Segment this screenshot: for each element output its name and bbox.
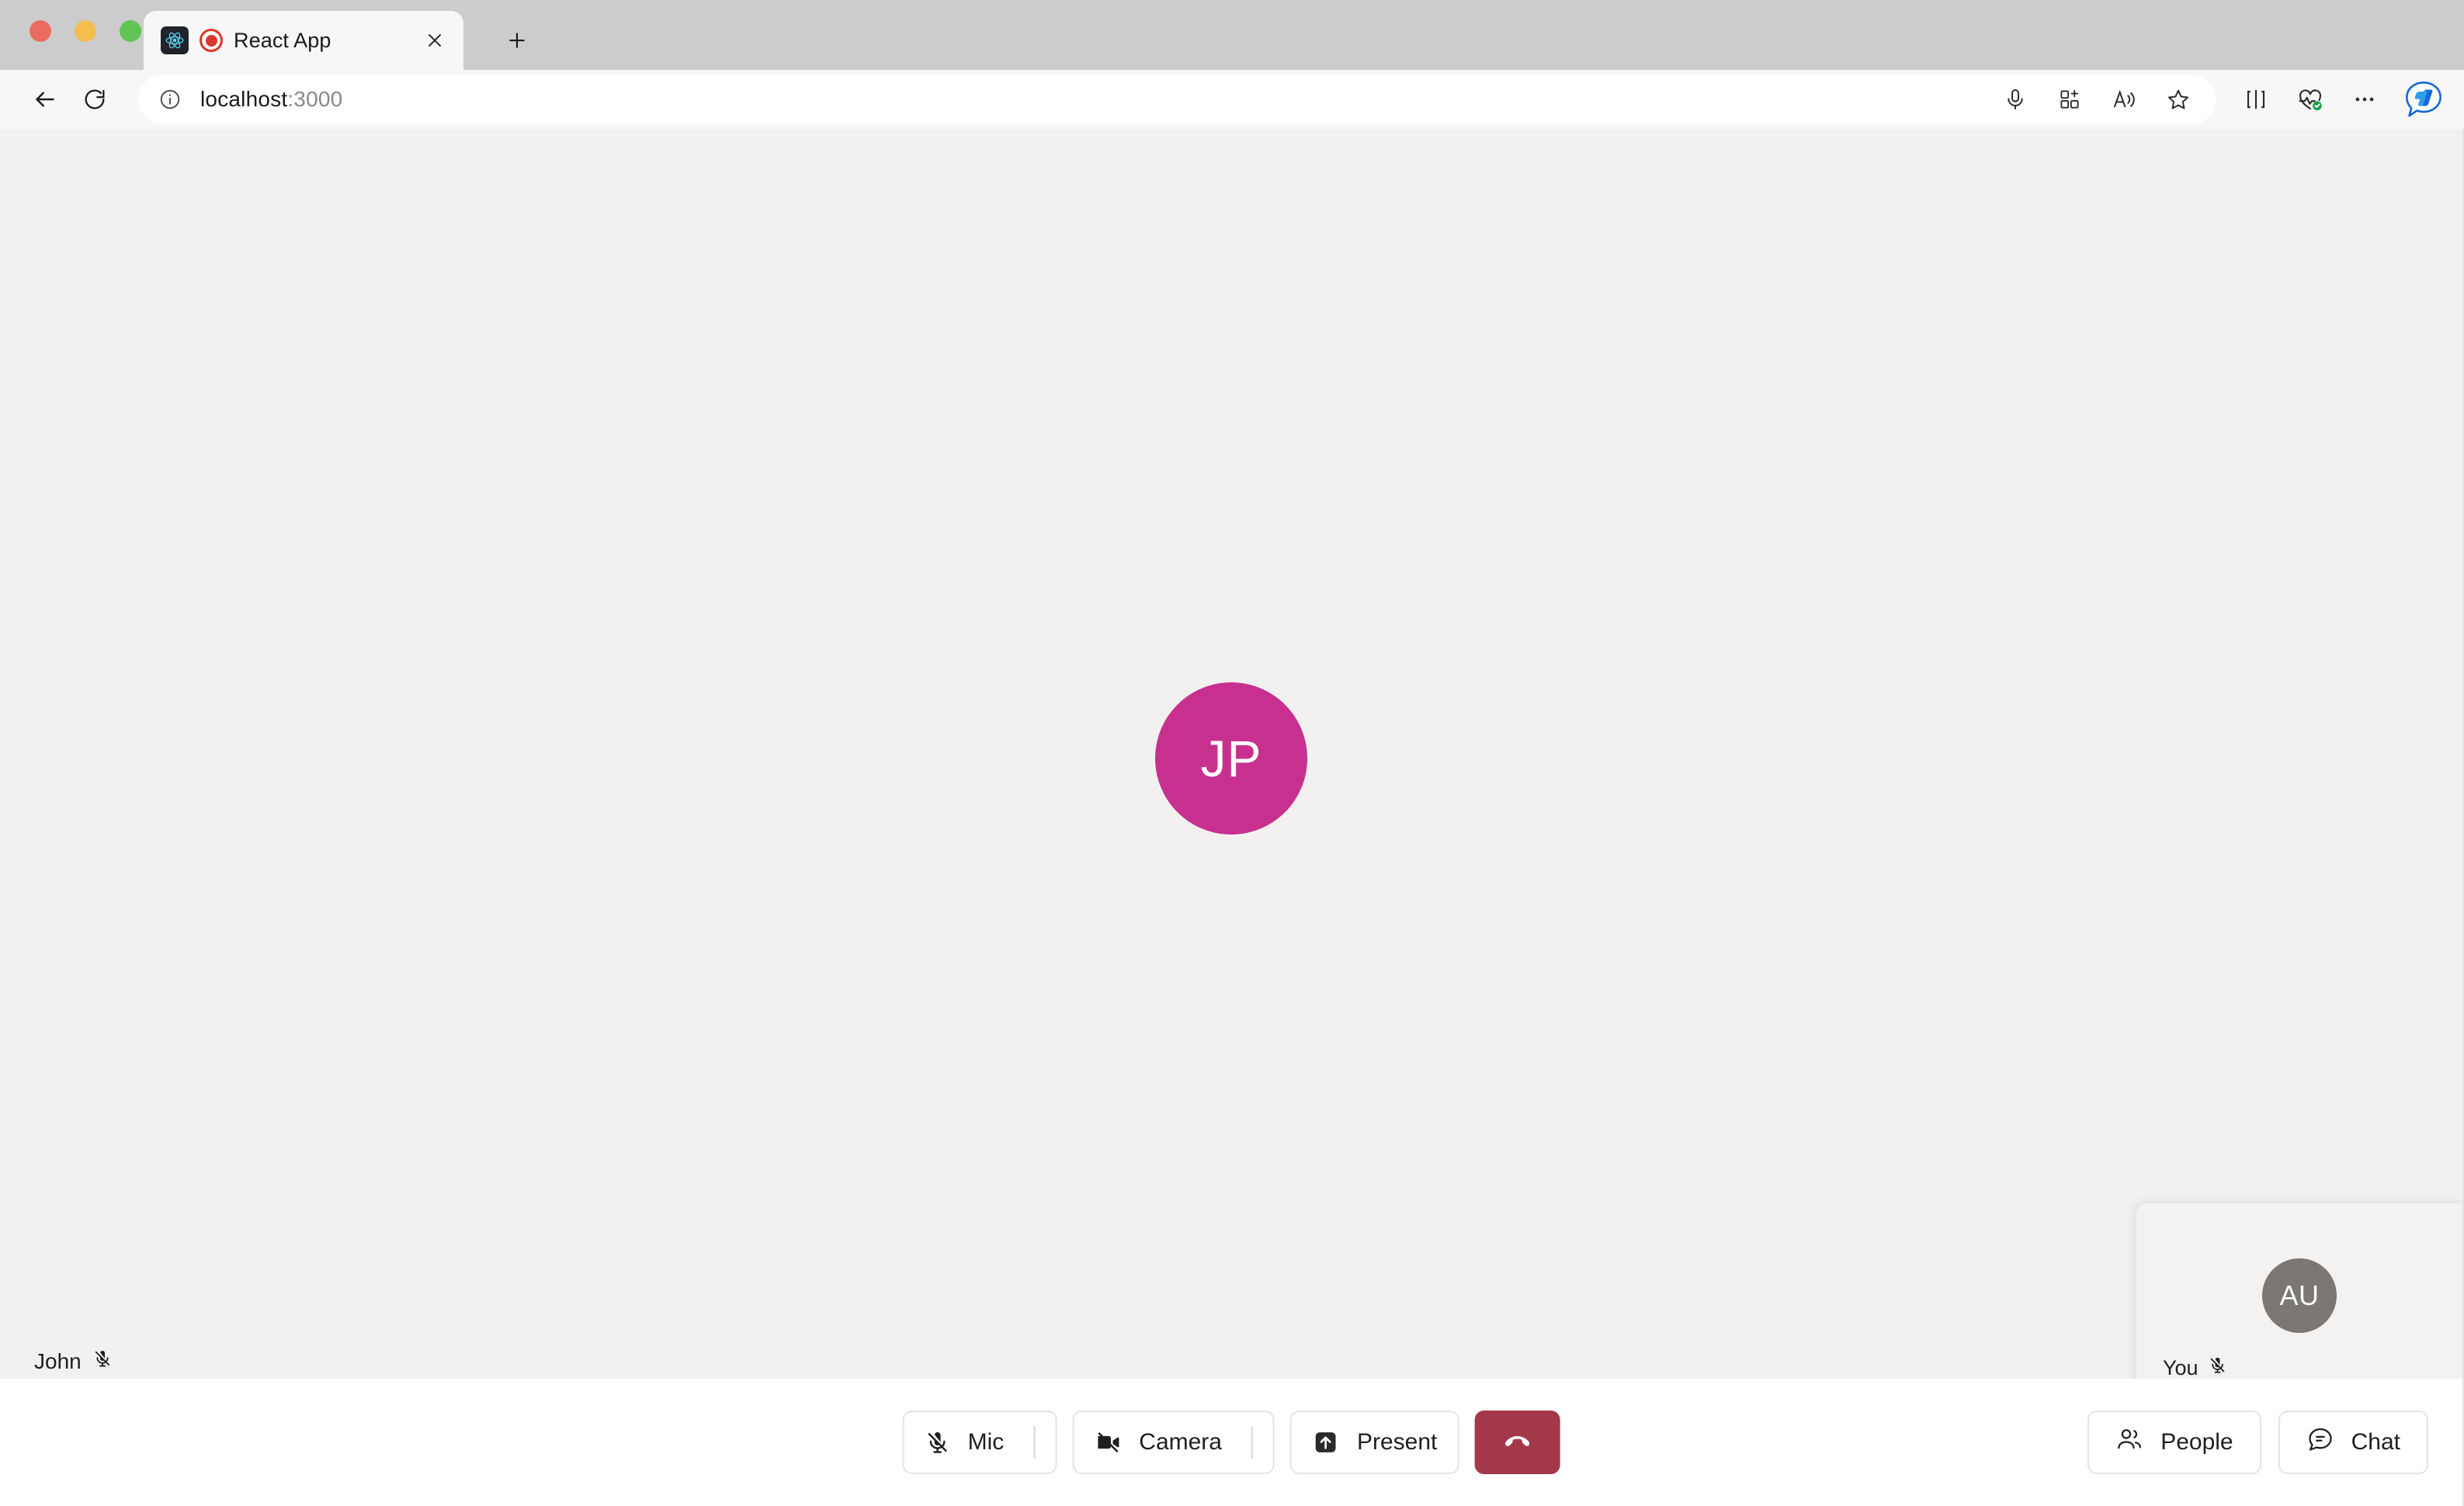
- primary-controls: Mic Camera Present: [902, 1411, 1560, 1474]
- title-bar: React App: [0, 0, 2464, 70]
- secondary-controls: People Chat: [2087, 1411, 2428, 1474]
- navigation-toolbar: localhost:3000: [0, 70, 2464, 129]
- record-dot-icon[interactable]: [200, 29, 223, 52]
- present-button[interactable]: Present: [1289, 1411, 1459, 1474]
- present-button-label: Present: [1356, 1429, 1438, 1455]
- self-name-label: You: [2163, 1355, 2199, 1379]
- hangup-button[interactable]: [1474, 1411, 1560, 1474]
- url-port: :3000: [287, 87, 343, 111]
- react-logo-icon: [161, 26, 189, 54]
- people-button-label: People: [2160, 1429, 2233, 1455]
- minimize-window-button[interactable]: [75, 20, 96, 42]
- chat-button-label: Chat: [2351, 1429, 2400, 1455]
- active-speaker-initials: JP: [1200, 730, 1262, 787]
- active-speaker-avatar: JP: [1155, 682, 1307, 835]
- settings-ellipsis-icon[interactable]: [2340, 76, 2389, 123]
- page-viewport: JP John AU You Mic Camera Present People…: [0, 129, 2464, 1506]
- reload-icon[interactable]: [71, 76, 118, 123]
- read-aloud-icon[interactable]: [2099, 76, 2149, 123]
- active-speaker-name: John: [34, 1348, 82, 1373]
- mic-off-icon: [925, 1429, 951, 1456]
- camera-button[interactable]: Camera: [1072, 1411, 1275, 1474]
- url-host: localhost: [200, 87, 288, 111]
- self-avatar: AU: [2262, 1258, 2337, 1333]
- self-initials: AU: [2279, 1279, 2320, 1311]
- self-view-tile[interactable]: AU You: [2136, 1203, 2462, 1402]
- mic-off-icon: [2208, 1355, 2227, 1380]
- split-screen-icon[interactable]: [2231, 76, 2281, 123]
- active-speaker-nameplate: John: [34, 1348, 113, 1374]
- camera-button-label: Camera: [1139, 1429, 1222, 1455]
- browser-window: React App localhost:3000 JP John AU You …: [0, 0, 2464, 1506]
- browser-tab[interactable]: React App: [144, 11, 463, 70]
- chat-button[interactable]: Chat: [2278, 1411, 2428, 1474]
- close-icon[interactable]: [420, 26, 449, 55]
- chat-bubble-icon: [2306, 1425, 2334, 1459]
- mic-button-label: Mic: [967, 1429, 1005, 1455]
- hangup-icon: [1501, 1424, 1533, 1461]
- self-nameplate: You: [2163, 1355, 2227, 1380]
- people-button[interactable]: People: [2087, 1411, 2261, 1474]
- new-tab-button[interactable]: [497, 20, 537, 61]
- back-arrow-icon[interactable]: [22, 76, 68, 123]
- omnibox-actions: [1990, 76, 2203, 123]
- mic-menu-divider[interactable]: [1033, 1426, 1036, 1459]
- url-text: localhost:3000: [200, 87, 342, 112]
- camera-menu-divider[interactable]: [1251, 1426, 1253, 1459]
- close-window-button[interactable]: [29, 20, 51, 42]
- address-bar[interactable]: localhost:3000: [138, 75, 2216, 124]
- meeting-stage: JP John AU You: [0, 129, 2462, 1427]
- mic-button[interactable]: Mic: [902, 1411, 1057, 1474]
- mic-off-icon: [92, 1348, 113, 1374]
- info-icon[interactable]: [155, 85, 185, 114]
- toolbar-actions: [2231, 76, 2448, 123]
- tab-title: React App: [234, 28, 331, 52]
- copilot-icon[interactable]: [2402, 78, 2445, 121]
- meeting-control-bar: Mic Camera Present People Chat: [0, 1379, 2462, 1506]
- zoom-window-button[interactable]: [120, 20, 141, 42]
- people-icon: [2115, 1425, 2143, 1459]
- microphone-icon[interactable]: [1990, 76, 2040, 123]
- share-screen-icon: [1312, 1428, 1340, 1456]
- collections-icon[interactable]: [2045, 76, 2094, 123]
- browser-essentials-icon[interactable]: [2285, 76, 2335, 123]
- camera-off-icon: [1094, 1428, 1122, 1456]
- window-traffic-lights: [29, 20, 141, 42]
- favorite-star-icon[interactable]: [2153, 76, 2203, 123]
